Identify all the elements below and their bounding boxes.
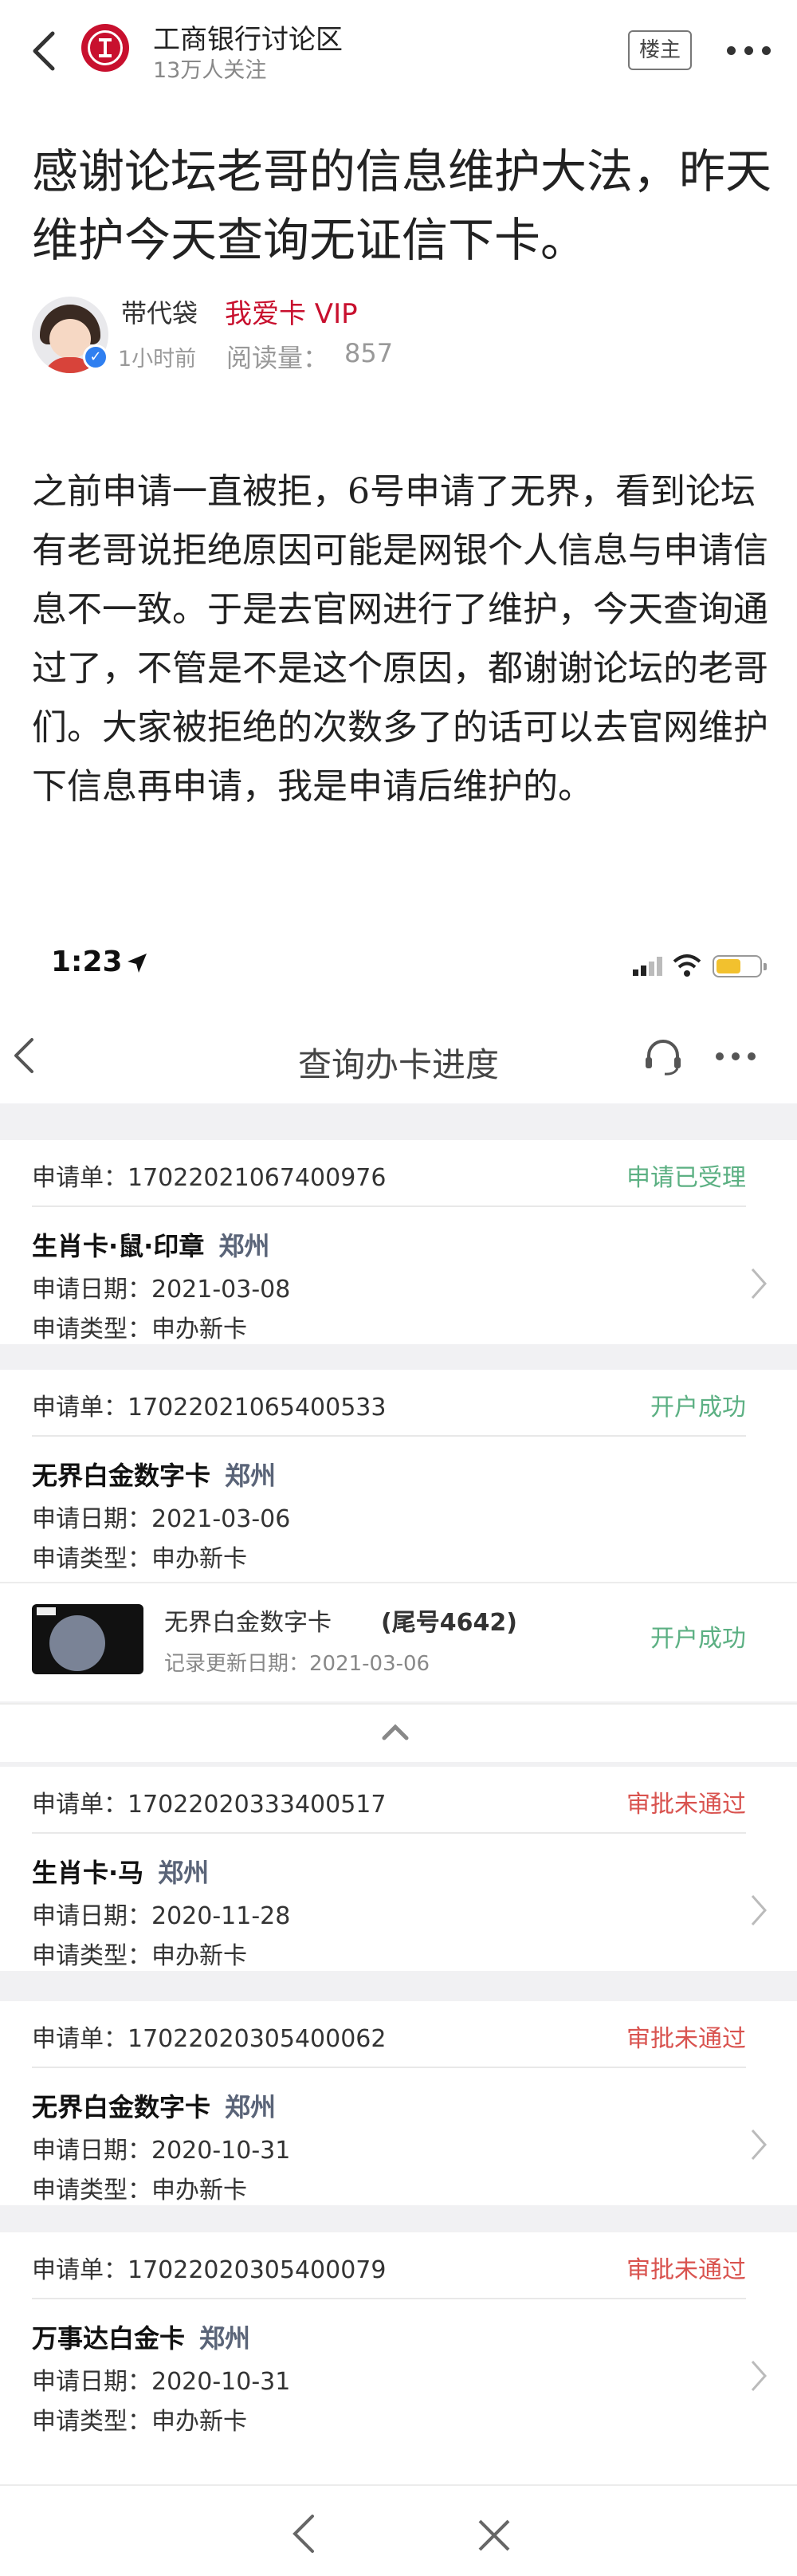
post-body: 之前申请一直被拒，6号申请了无界，看到论坛有老哥说拒绝原因可能是网银个人信息与申…	[32, 471, 768, 807]
chevron-right-icon[interactable]	[749, 2127, 768, 2162]
icbc-logo-icon	[81, 24, 129, 72]
application-card[interactable]: 申请单：17022020305400062 审批未通过 无界白金数字卡 郑州 申请…	[0, 2001, 797, 2205]
card-name: 无界白金数字卡 郑州	[32, 2092, 277, 2122]
application-status: 审批未通过	[626, 2025, 746, 2053]
application-number: 申请单：17022020333400517	[32, 1791, 387, 1819]
card-city: 郑州	[225, 1461, 277, 1491]
divider	[32, 2298, 746, 2299]
application-date: 申请日期：2021-03-06	[32, 1505, 291, 1533]
card-city: 郑州	[225, 2092, 277, 2122]
card-name: 万事达白金卡 郑州	[32, 2323, 251, 2354]
post-title: 感谢论坛老哥的信息维护大法，昨天维护今天查询无证信下卡。	[32, 144, 772, 267]
card-name: 生肖卡·马 郑州	[32, 1858, 210, 1888]
location-arrow-icon	[128, 954, 147, 973]
card-city: 郑州	[199, 2323, 251, 2354]
application-card[interactable]: 申请单：17022021067400976 申请已受理 生肖卡·鼠·印章 郑州 申…	[0, 1140, 797, 1344]
application-type: 申请类型：申办新卡	[32, 1545, 247, 1573]
app-nav-bar: 查询办卡进度	[0, 1024, 797, 1089]
verified-icon: ✓	[83, 344, 108, 370]
signal-icon	[633, 957, 665, 976]
bottom-nav	[0, 2484, 797, 2576]
card-name: 无界白金数字卡 郑州	[32, 1461, 277, 1491]
forum-title: 工商银行讨论区	[153, 24, 343, 56]
divider	[32, 1435, 746, 1437]
author-tag: 我爱卡 VIP	[225, 298, 358, 330]
application-card[interactable]: 申请单：17022021065400533 开户成功 无界白金数字卡 郑州 申请日…	[0, 1370, 797, 1582]
application-status: 开户成功	[650, 1394, 746, 1422]
issued-card-status: 开户成功	[650, 1625, 746, 1653]
divider	[32, 1832, 746, 1834]
chevron-right-icon[interactable]	[749, 1266, 768, 1301]
application-date: 申请日期：2020-10-31	[32, 2137, 291, 2165]
application-type: 申请类型：申办新卡	[32, 1942, 247, 1970]
battery-icon	[713, 955, 767, 977]
chevron-right-icon[interactable]	[749, 1893, 768, 1928]
back-chevron-icon[interactable]	[27, 29, 62, 73]
headset-icon[interactable]	[642, 1036, 684, 1076]
application-date: 申请日期：2021-03-08	[32, 1276, 291, 1304]
author-name[interactable]: 带代袋	[121, 293, 198, 330]
application-date: 申请日期：2020-10-31	[32, 2368, 291, 2396]
application-card[interactable]: 申请单：17022020333400517 审批未通过 生肖卡·马 郑州 申请日期…	[0, 1767, 797, 1971]
post-time: 1小时前	[118, 347, 197, 372]
application-number: 申请单：17022020305400079	[32, 2256, 387, 2284]
card-city: 郑州	[218, 1231, 270, 1261]
divider	[32, 2067, 746, 2068]
issued-card-updated: 记录更新日期：2021-03-06	[164, 1652, 430, 1676]
application-type: 申请类型：申办新卡	[32, 1316, 247, 1343]
card-city: 郑州	[158, 1858, 210, 1888]
app-more-icon[interactable]	[716, 1052, 756, 1060]
card-thumbnail	[32, 1604, 143, 1674]
forum-header: 工商银行讨论区 13万人关注 楼主	[0, 0, 797, 96]
issued-card-row[interactable]: 无界白金数字卡 (尾号4642) 记录更新日期：2021-03-06 开户成功	[0, 1582, 797, 1701]
collapse-bar[interactable]	[0, 1703, 797, 1762]
application-date: 申请日期：2020-11-28	[32, 1902, 291, 1930]
application-card[interactable]: 申请单：17022020305400079 审批未通过 万事达白金卡 郑州 申请日…	[0, 2232, 797, 2483]
chevron-right-icon[interactable]	[749, 2358, 768, 2393]
application-type: 申请类型：申办新卡	[32, 2177, 247, 2204]
application-number: 申请单：17022020305400062	[32, 2025, 387, 2053]
close-icon[interactable]	[477, 2518, 512, 2553]
issued-card-title: 无界白金数字卡	[164, 1609, 332, 1637]
wifi-icon	[673, 954, 701, 977]
read-count: 857	[344, 338, 394, 368]
issued-card-tail: (尾号4642)	[381, 1609, 517, 1637]
application-number: 申请单：17022021065400533	[32, 1394, 387, 1422]
more-dots-icon[interactable]	[727, 46, 775, 56]
application-list: 申请单：17022021067400976 申请已受理 生肖卡·鼠·印章 郑州 申…	[0, 1103, 797, 2483]
application-status: 申请已受理	[626, 1164, 746, 1192]
divider	[32, 1205, 746, 1207]
read-count-label: 阅读量：	[226, 343, 329, 373]
application-status: 审批未通过	[626, 1791, 746, 1819]
status-time: 1:23	[51, 946, 123, 978]
application-number: 申请单：17022021067400976	[32, 1164, 387, 1192]
card-name: 生肖卡·鼠·印章 郑州	[32, 1231, 270, 1261]
forum-followers: 13万人关注	[153, 58, 267, 83]
application-status: 审批未通过	[626, 2256, 746, 2284]
chevron-up-icon[interactable]	[381, 1722, 410, 1741]
chevron-left-icon[interactable]	[290, 2513, 317, 2554]
op-only-button[interactable]: 楼主	[628, 30, 692, 70]
application-type: 申请类型：申办新卡	[32, 2408, 247, 2436]
